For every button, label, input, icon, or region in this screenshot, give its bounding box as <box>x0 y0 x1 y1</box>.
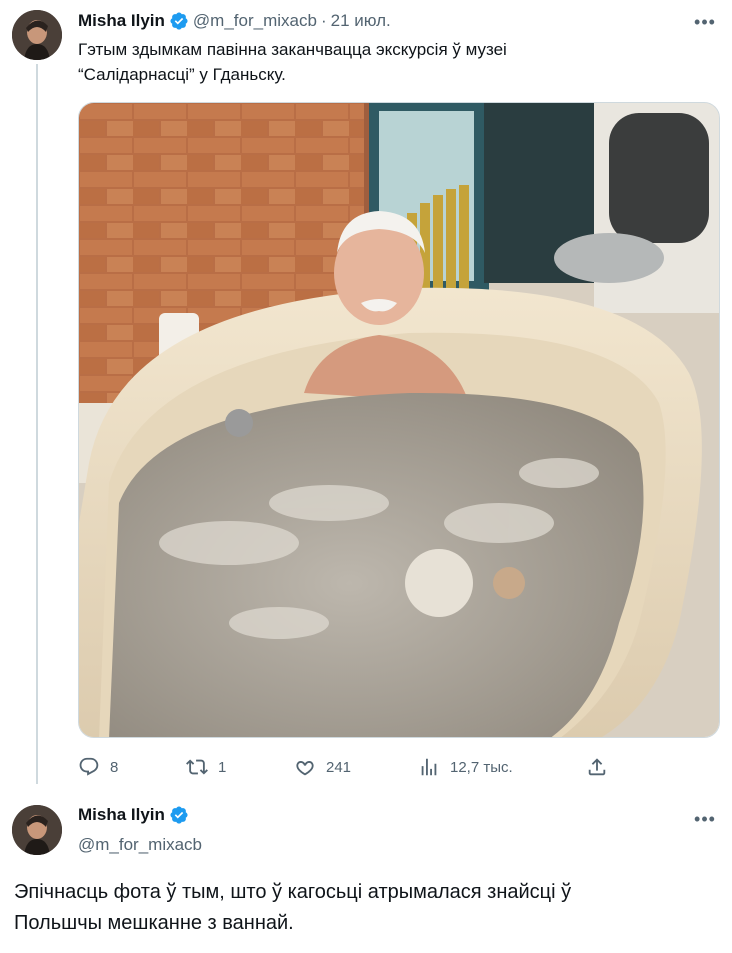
tweet-header: Misha Ilyin @m_for_mixacb · 21 июл. <box>78 9 391 33</box>
tweet-text-line: Польшчы мешканне з ваннай. <box>14 912 294 934</box>
reply-button[interactable]: 8 <box>78 752 118 782</box>
tweet-text-line: Эпічнасць фота ў тым, што ў кагосьці атр… <box>14 881 572 903</box>
avatar[interactable] <box>12 805 62 855</box>
retweet-button[interactable]: 1 <box>186 752 226 782</box>
like-icon <box>296 761 314 776</box>
author-handle[interactable]: @m_for_mixacb <box>78 835 202 855</box>
thread-line <box>36 64 38 784</box>
tweet-text-line: “Салідарнасці” у Гданьску. <box>78 65 286 84</box>
verified-badge-icon <box>170 12 188 30</box>
bathtub-photo-image <box>79 103 719 737</box>
like-count: 241 <box>326 758 352 776</box>
tweet-1: Misha Ilyin @m_for_mixacb · 21 июл. ••• … <box>0 0 732 795</box>
tweet-actions: 8 1 241 12,7 тыс. <box>78 752 618 782</box>
author-name[interactable]: Misha Ilyin <box>78 11 165 31</box>
more-icon[interactable]: ••• <box>692 12 718 32</box>
reply-count: 8 <box>110 758 119 776</box>
tweet-text: Эпічнасць фота ў тым, што ў кагосьці атр… <box>14 877 714 939</box>
tweet-text-line: Гэтым здымкам павінна заканчвацца экскур… <box>78 40 507 59</box>
retweet-count: 1 <box>218 758 227 776</box>
tweet-date[interactable]: 21 июл. <box>331 11 391 31</box>
avatar[interactable] <box>12 10 62 60</box>
tweet-header: Misha Ilyin <box>78 805 189 825</box>
share-button[interactable] <box>586 752 608 782</box>
tweet-photo[interactable] <box>78 102 720 738</box>
views-count: 12,7 тыс. <box>450 758 513 776</box>
like-button[interactable]: 241 <box>294 752 351 782</box>
tweet-text: Гэтым здымкам павінна заканчвацца экскур… <box>78 37 698 87</box>
reply-icon <box>79 757 99 776</box>
author-handle[interactable]: @m_for_mixacb <box>193 11 317 31</box>
more-icon[interactable]: ••• <box>692 809 718 829</box>
retweet-icon <box>186 759 208 775</box>
author-name[interactable]: Misha Ilyin <box>78 805 165 825</box>
views-button[interactable]: 12,7 тыс. <box>418 752 513 782</box>
share-icon <box>588 758 606 776</box>
verified-badge-icon <box>170 806 188 824</box>
separator-dot: · <box>320 11 327 30</box>
views-icon <box>421 758 437 776</box>
tweet-2: Misha Ilyin @m_for_mixacb ••• Эпічнасць … <box>0 795 732 953</box>
